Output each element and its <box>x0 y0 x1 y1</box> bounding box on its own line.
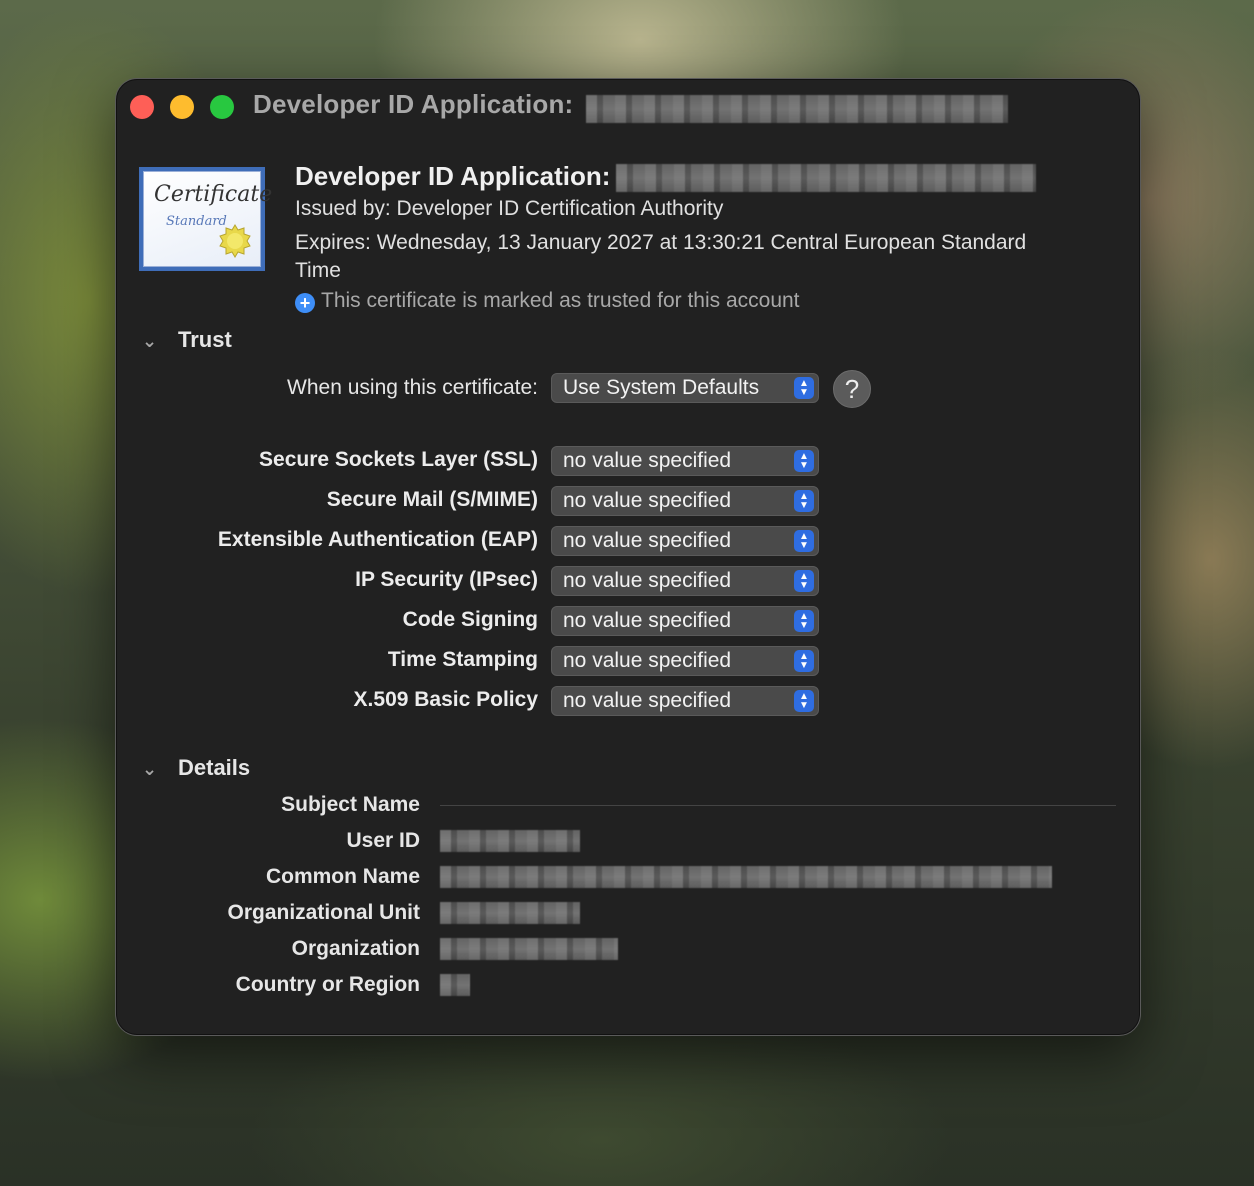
detail-label-country-or-region: Country or Region <box>235 973 420 996</box>
chevron-updown-icon: ▲ ▼ <box>794 530 814 552</box>
when-using-label: When using this certificate: <box>287 376 538 399</box>
trust-status: + This certificate is marked as trusted f… <box>295 289 800 313</box>
policy-label-ssl: Secure Sockets Layer (SSL) <box>259 448 538 471</box>
policy-label-code-signing: Code Signing <box>402 608 538 631</box>
redacted-country-or-region-value <box>440 974 470 996</box>
detail-label-organization: Organization <box>291 937 420 960</box>
chevron-updown-icon: ▲ ▼ <box>794 690 814 712</box>
policy-label-smime: Secure Mail (S/MIME) <box>326 488 538 511</box>
detail-label-common-name: Common Name <box>265 865 420 888</box>
policy-label-time-stamping: Time Stamping <box>387 648 538 671</box>
redacted-user-id-value <box>440 830 580 852</box>
policy-value: no value specified <box>563 569 732 592</box>
chevron-updown-icon: ▲ ▼ <box>794 377 814 399</box>
plus-icon: + <box>295 293 315 313</box>
seal-icon <box>219 224 251 258</box>
chevron-down-icon: ⌄ <box>142 331 158 351</box>
policy-popup-eap[interactable]: no value specified ▲ ▼ <box>551 526 819 556</box>
policy-value: no value specified <box>563 649 732 672</box>
details-section-toggle[interactable]: ⌄ Details <box>142 755 250 781</box>
chevron-updown-icon: ▲ ▼ <box>794 490 814 512</box>
policy-label-eap: Extensible Authentication (EAP) <box>217 528 538 551</box>
trust-heading: Trust <box>178 327 232 352</box>
redacted-title-name <box>586 95 1008 123</box>
policy-value: no value specified <box>563 689 732 712</box>
chevron-down-icon: ⌄ <box>142 759 158 779</box>
close-button[interactable] <box>130 95 154 119</box>
trust-status-text: This certificate is marked as trusted fo… <box>321 289 800 312</box>
policy-value: no value specified <box>563 449 732 472</box>
detail-label-organizational-unit: Organizational Unit <box>227 901 420 924</box>
policy-value: no value specified <box>563 609 732 632</box>
zoom-button[interactable] <box>210 95 234 119</box>
chevron-updown-icon: ▲ ▼ <box>794 610 814 632</box>
redacted-common-name-value <box>440 866 1052 888</box>
policy-value: no value specified <box>563 529 732 552</box>
certificate-window: Developer ID Application: Certificate St… <box>115 78 1141 1036</box>
subject-name-label: Subject Name <box>281 793 420 816</box>
certificate-icon-word: Certificate <box>154 182 273 207</box>
redacted-organization-value <box>440 938 618 960</box>
redacted-certificate-name <box>616 164 1037 193</box>
subject-name-divider <box>440 805 1116 806</box>
minimize-button[interactable] <box>170 95 194 119</box>
when-using-value: Use System Defaults <box>563 376 760 399</box>
title-bar[interactable]: Developer ID Application: <box>116 79 1140 135</box>
window-title: Developer ID Application: <box>253 89 574 119</box>
policy-popup-ipsec[interactable]: no value specified ▲ ▼ <box>551 566 819 596</box>
policy-popup-time-stamping[interactable]: no value specified ▲ ▼ <box>551 646 819 676</box>
redacted-organizational-unit-value <box>440 902 580 924</box>
certificate-title-text: Developer ID Application: <box>295 161 611 191</box>
chevron-updown-icon: ▲ ▼ <box>794 650 814 672</box>
chevron-updown-icon: ▲ ▼ <box>794 570 814 592</box>
chevron-updown-icon: ▲ ▼ <box>794 450 814 472</box>
detail-label-user-id: User ID <box>346 829 420 852</box>
when-using-popup[interactable]: Use System Defaults ▲ ▼ <box>551 373 819 403</box>
policy-label-ipsec: IP Security (IPsec) <box>355 568 538 591</box>
policy-popup-smime[interactable]: no value specified ▲ ▼ <box>551 486 819 516</box>
certificate-icon: Certificate Standard <box>139 167 272 271</box>
policy-popup-code-signing[interactable]: no value specified ▲ ▼ <box>551 606 819 636</box>
policy-value: no value specified <box>563 489 732 512</box>
policy-label-x509-basic: X.509 Basic Policy <box>353 688 538 711</box>
policy-popup-ssl[interactable]: no value specified ▲ ▼ <box>551 446 819 476</box>
details-heading: Details <box>178 755 251 780</box>
trust-section-toggle[interactable]: ⌄ Trust <box>142 327 232 353</box>
help-button[interactable]: ? <box>833 370 871 408</box>
policy-popup-x509-basic[interactable]: no value specified ▲ ▼ <box>551 686 819 716</box>
certificate-title: Developer ID Application: <box>295 161 1037 193</box>
issued-by: Issued by: Developer ID Certification Au… <box>295 197 724 220</box>
expiry-date: Expires: Wednesday, 13 January 2027 at 1… <box>295 231 1027 282</box>
